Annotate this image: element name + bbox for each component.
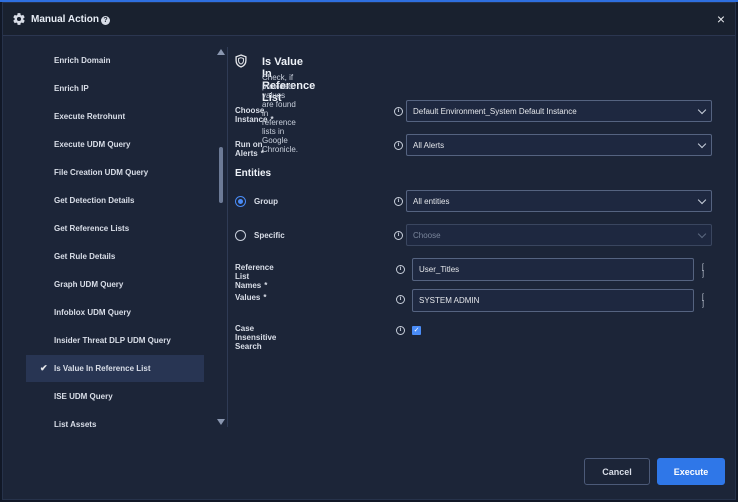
group-entities-value: All entities bbox=[413, 196, 450, 206]
required-mark: * bbox=[263, 293, 267, 302]
sidebar-item-infoblox-udm-query[interactable]: Infoblox UDM Query bbox=[26, 299, 204, 326]
sidebar-item-label: Execute Retrohunt bbox=[54, 112, 126, 121]
checkmark-icon: ✔ bbox=[40, 363, 48, 373]
dialog-title-text: Manual Action bbox=[31, 14, 99, 25]
info-icon[interactable]: i bbox=[396, 265, 405, 274]
values-value: SYSTEM ADMIN bbox=[419, 296, 480, 305]
choose-instance-label: Choose Instance * bbox=[235, 106, 274, 124]
specific-entities-placeholder: Choose bbox=[413, 230, 441, 240]
sidebar-item-graph-udm-query[interactable]: Graph UDM Query bbox=[26, 271, 204, 298]
sidebar-item-get-detection-details[interactable]: Get Detection Details bbox=[26, 187, 204, 214]
scroll-down-icon[interactable] bbox=[217, 419, 225, 425]
list-bracket-icon[interactable]: [ ] bbox=[702, 294, 705, 308]
entities-heading: Entities bbox=[235, 168, 272, 179]
manual-action-dialog: Manual Action? × Enrich Domain Enrich IP… bbox=[2, 2, 736, 500]
sidebar-item-get-rule-details[interactable]: Get Rule Details bbox=[26, 243, 204, 270]
chevron-down-icon bbox=[697, 105, 707, 115]
action-list-sidebar: Enrich Domain Enrich IP Execute Retrohun… bbox=[3, 37, 228, 429]
help-icon[interactable]: ? bbox=[100, 16, 110, 25]
sidebar-item-is-value-in-reference-list[interactable]: ✔ Is Value In Reference List bbox=[26, 355, 204, 382]
sidebar-item-label: ISE UDM Query bbox=[54, 392, 113, 401]
group-radio[interactable] bbox=[235, 196, 246, 207]
sidebar-item-execute-retrohunt[interactable]: Execute Retrohunt bbox=[26, 103, 204, 130]
sidebar-item-label: Infoblox UDM Query bbox=[54, 308, 131, 317]
sidebar-scrollbar[interactable] bbox=[219, 147, 223, 203]
reference-list-names-label-text: Reference List Names bbox=[235, 263, 274, 290]
reference-list-names-label: Reference List Names * bbox=[235, 263, 274, 290]
info-icon[interactable]: i bbox=[394, 107, 403, 116]
group-entities-select[interactable]: All entities bbox=[406, 190, 712, 212]
sidebar-item-label: Insider Threat DLP UDM Query bbox=[54, 336, 171, 345]
sidebar-item-label: Get Rule Details bbox=[54, 252, 116, 261]
specific-radio[interactable] bbox=[235, 230, 246, 241]
close-icon[interactable]: × bbox=[717, 11, 725, 27]
values-input[interactable]: SYSTEM ADMIN bbox=[412, 289, 694, 312]
reference-list-names-input[interactable]: User_Titles bbox=[412, 258, 694, 281]
sidebar-item-enrich-domain[interactable]: Enrich Domain bbox=[26, 47, 204, 74]
sidebar-item-label: Execute UDM Query bbox=[54, 140, 131, 149]
info-icon[interactable]: i bbox=[394, 141, 403, 150]
required-mark: * bbox=[264, 281, 268, 290]
chevron-down-icon bbox=[697, 195, 707, 205]
reference-list-names-value: User_Titles bbox=[419, 265, 460, 274]
group-label: Group bbox=[254, 197, 278, 206]
dialog-title: Manual Action? bbox=[31, 14, 110, 25]
chevron-down-icon bbox=[697, 229, 707, 239]
sidebar-item-label: Graph UDM Query bbox=[54, 280, 124, 289]
sidebar-item-list-assets[interactable]: List Assets bbox=[26, 411, 204, 429]
required-mark: * bbox=[270, 115, 274, 124]
choose-instance-value: Default Environment_System Default Insta… bbox=[413, 106, 577, 116]
dialog-header: Manual Action? × bbox=[3, 3, 735, 36]
info-icon[interactable]: i bbox=[394, 231, 403, 240]
choose-instance-select[interactable]: Default Environment_System Default Insta… bbox=[406, 100, 712, 122]
cancel-button[interactable]: Cancel bbox=[584, 458, 650, 485]
scroll-up-icon[interactable] bbox=[217, 49, 225, 55]
sidebar-item-label: Get Reference Lists bbox=[54, 224, 130, 233]
sidebar-item-ise-udm-query[interactable]: ISE UDM Query bbox=[26, 383, 204, 410]
info-icon[interactable]: i bbox=[396, 326, 405, 335]
execute-button[interactable]: Execute bbox=[657, 458, 725, 485]
sidebar-item-label: Enrich IP bbox=[54, 84, 89, 93]
required-mark: * bbox=[260, 149, 264, 158]
run-on-alerts-select[interactable]: All Alerts bbox=[406, 134, 712, 156]
sidebar-item-label: Enrich Domain bbox=[54, 56, 111, 65]
values-label: Values * bbox=[235, 293, 266, 302]
sidebar-item-enrich-ip[interactable]: Enrich IP bbox=[26, 75, 204, 102]
info-icon[interactable]: i bbox=[396, 295, 405, 304]
run-on-alerts-label: Run on Alerts * bbox=[235, 140, 264, 158]
gear-icon bbox=[13, 13, 25, 25]
chevron-down-icon bbox=[697, 139, 707, 149]
specific-label: Specific bbox=[254, 231, 285, 240]
specific-entities-select[interactable]: Choose bbox=[406, 224, 712, 246]
sidebar-item-insider-threat-dlp-udm-query[interactable]: Insider Threat DLP UDM Query bbox=[26, 327, 204, 354]
sidebar-item-label: Is Value In Reference List bbox=[54, 364, 151, 373]
sidebar-item-file-creation-udm-query[interactable]: File Creation UDM Query bbox=[26, 159, 204, 186]
case-insensitive-checkbox[interactable]: ✓ bbox=[412, 326, 421, 335]
values-label-text: Values bbox=[235, 293, 261, 302]
shield-icon bbox=[235, 54, 247, 68]
run-on-alerts-value: All Alerts bbox=[413, 140, 445, 150]
list-bracket-icon[interactable]: [ ] bbox=[702, 264, 705, 278]
info-icon[interactable]: i bbox=[394, 197, 403, 206]
case-insensitive-label: Case Insensitive Search bbox=[235, 324, 277, 351]
sidebar-item-label: File Creation UDM Query bbox=[54, 168, 149, 177]
run-on-alerts-label-text: Run on Alerts bbox=[235, 140, 263, 158]
sidebar-item-get-reference-lists[interactable]: Get Reference Lists bbox=[26, 215, 204, 242]
sidebar-item-label: List Assets bbox=[54, 420, 97, 429]
sidebar-item-label: Get Detection Details bbox=[54, 196, 135, 205]
sidebar-item-execute-udm-query[interactable]: Execute UDM Query bbox=[26, 131, 204, 158]
sidebar-divider bbox=[227, 47, 228, 427]
choose-instance-label-text: Choose Instance bbox=[235, 106, 268, 124]
